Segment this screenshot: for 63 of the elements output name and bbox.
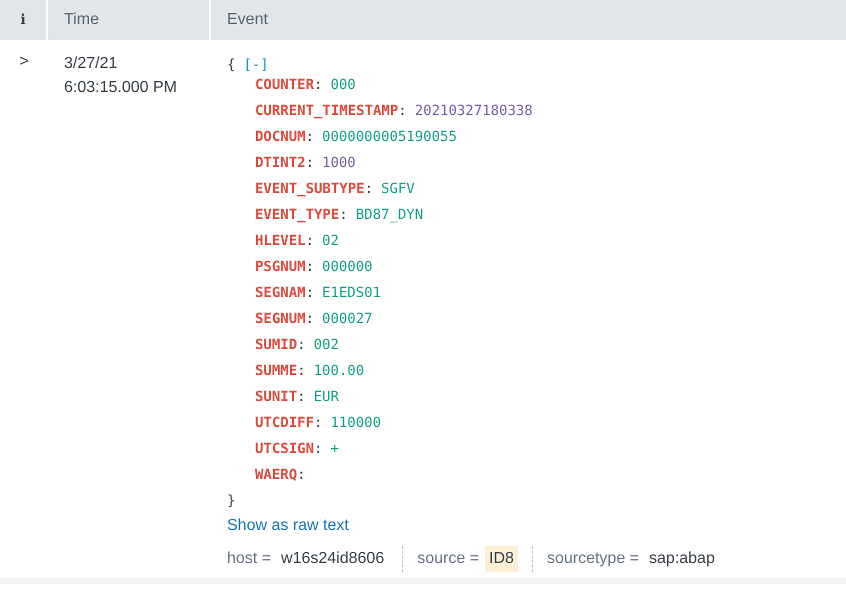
- meta-label: host =: [227, 549, 272, 569]
- field-key[interactable]: CURRENT_TIMESTAMP: [255, 98, 398, 124]
- timestamp-text: 3/27/21: [64, 54, 118, 74]
- show-raw-text-link[interactable]: Show as raw text: [227, 514, 349, 538]
- meta-label: source =: [417, 549, 480, 569]
- field-key[interactable]: HLEVEL: [255, 228, 306, 254]
- field-key[interactable]: DTINT2: [255, 150, 306, 176]
- field-value[interactable]: SGFV: [381, 176, 415, 202]
- field-key[interactable]: SUNIT: [255, 384, 298, 410]
- colon-text: :: [306, 154, 314, 173]
- colon-text: :: [306, 128, 314, 147]
- field-value[interactable]: 100.00: [314, 358, 364, 384]
- field-value[interactable]: E1EDS01: [322, 280, 382, 306]
- colon-text: :: [297, 362, 306, 381]
- field-key[interactable]: PSGNUM: [255, 254, 306, 280]
- collapse-toggle[interactable]: [-]: [243, 52, 269, 72]
- field-key[interactable]: COUNTER: [255, 72, 314, 98]
- colon-text: :: [314, 414, 322, 433]
- colon-text: :: [306, 310, 314, 329]
- field-key[interactable]: SUMME: [255, 358, 298, 384]
- meta-label: sourcetype =: [546, 549, 640, 569]
- meta-value[interactable]: sap:abap: [645, 546, 719, 572]
- colon-text: :: [306, 284, 314, 303]
- colon-text: :: [297, 336, 306, 355]
- field-value[interactable]: EUR: [314, 384, 339, 410]
- expand-toggle[interactable]: >: [19, 52, 29, 72]
- field-key[interactable]: SEGNAM: [255, 280, 306, 306]
- colon-text: :: [339, 206, 348, 225]
- colon-text: :: [364, 180, 374, 199]
- field-key[interactable]: WAERQ: [255, 462, 298, 488]
- field-key[interactable]: SUMID: [255, 332, 298, 358]
- field-key[interactable]: EVENT_TYPE: [255, 202, 340, 228]
- meta-value[interactable]: w16s24id8606: [277, 546, 388, 572]
- meta-value[interactable]: ID8: [485, 546, 518, 572]
- field-value[interactable]: 110000: [330, 410, 382, 436]
- brace-text: {: [227, 56, 236, 72]
- field-value[interactable]: 20210327180338: [414, 98, 533, 124]
- brace-text: }: [227, 492, 236, 511]
- colon-text: :: [306, 258, 314, 277]
- column-header: i: [20, 10, 26, 30]
- field-key[interactable]: UTCDIFF: [255, 410, 314, 436]
- field-key[interactable]: UTCSIGN: [255, 436, 314, 462]
- colon-text: :: [306, 232, 314, 251]
- colon-text: :: [314, 440, 322, 459]
- field-value[interactable]: 1000: [322, 150, 356, 176]
- colon-text: :: [297, 388, 306, 407]
- field-value[interactable]: 000: [330, 72, 356, 98]
- colon-text: :: [297, 466, 306, 485]
- field-value[interactable]: 002: [314, 332, 339, 358]
- field-value[interactable]: +: [330, 436, 339, 462]
- field-key[interactable]: DOCNUM: [255, 124, 306, 150]
- field-value[interactable]: 000027: [322, 306, 373, 332]
- colon-text: :: [314, 76, 322, 95]
- field-value[interactable]: 02: [322, 228, 339, 254]
- field-key[interactable]: SEGNUM: [255, 306, 306, 332]
- field-value[interactable]: 0000000005190055: [322, 124, 457, 150]
- timestamp-text: 6:03:15.000 PM: [64, 78, 177, 98]
- field-key[interactable]: EVENT_SUBTYPE: [255, 176, 365, 202]
- column-header[interactable]: Event: [227, 8, 268, 32]
- colon-text: :: [398, 102, 407, 121]
- column-header[interactable]: Time: [64, 8, 99, 32]
- field-value[interactable]: 000000: [322, 254, 373, 280]
- field-value[interactable]: BD87_DYN: [356, 202, 424, 228]
